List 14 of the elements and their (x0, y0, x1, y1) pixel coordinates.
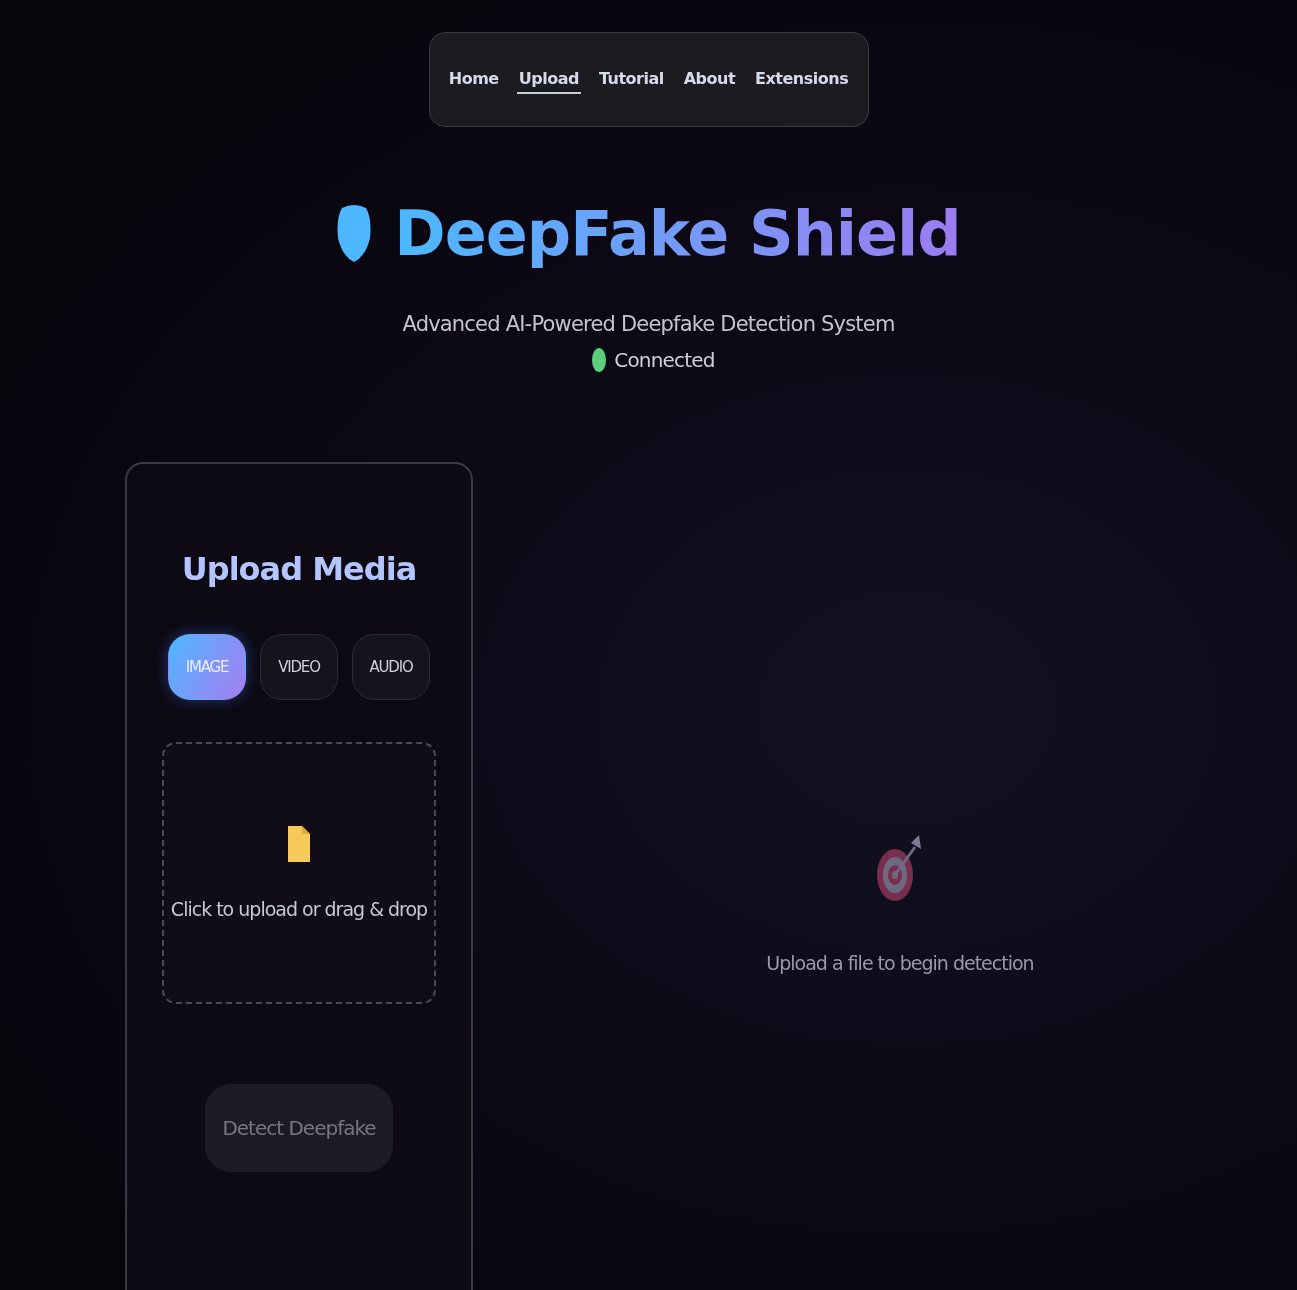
shield-icon (336, 203, 373, 264)
nav-link[interactable]: About (681, 65, 738, 94)
nav-link[interactable]: Tutorial (596, 65, 666, 94)
drop-zone-text: Click to upload or drag & drop (170, 898, 428, 920)
media-type-tab[interactable]: VIDEO (260, 634, 338, 700)
drop-zone[interactable]: Click to upload or drag & drop (162, 742, 436, 1004)
nav-link[interactable]: Extensions (753, 65, 851, 94)
media-type-tab[interactable]: AUDIO (352, 634, 430, 700)
status-label: Connected (614, 348, 715, 372)
subtitle: Advanced AI-Powered Deepfake Detection System (402, 312, 895, 336)
card-title: Upload Media (181, 550, 417, 588)
nav-link[interactable]: Home (446, 65, 501, 94)
empty-state-message: Upload a file to begin detection (766, 952, 1034, 974)
nav-link[interactable]: Upload (516, 65, 581, 94)
